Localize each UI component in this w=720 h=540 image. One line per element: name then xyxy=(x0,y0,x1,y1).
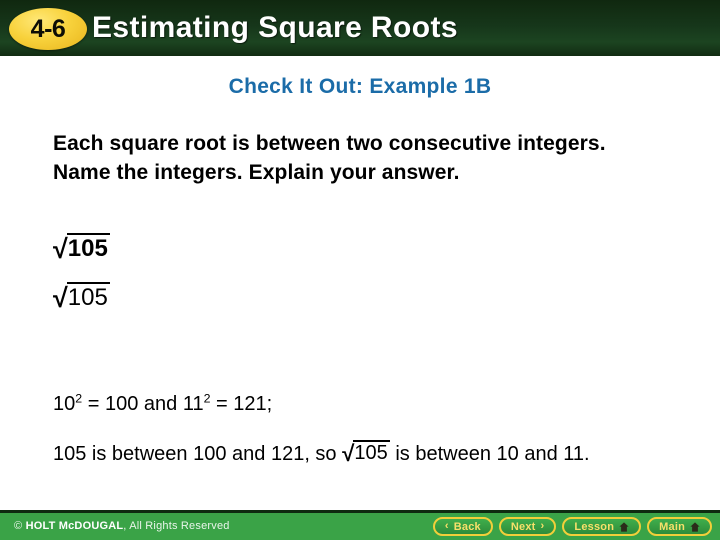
next-button[interactable]: Next › xyxy=(498,517,557,536)
conjunction: and xyxy=(138,393,183,415)
copyright-notice: © HOLT McDOUGAL, All Rights Reserved xyxy=(14,520,230,532)
conclusion-part-two: is between 10 and 11. xyxy=(389,443,590,465)
back-button-label: Back xyxy=(453,520,481,533)
next-button-label: Next xyxy=(510,520,536,533)
back-button[interactable]: ‹ Back xyxy=(432,517,493,536)
problem-radical: √105 xyxy=(53,233,110,264)
slide-footer: © HOLT McDOUGAL, All Rights Reserved ‹ B… xyxy=(0,510,720,540)
brand-name: HOLT McDOUGAL xyxy=(25,520,124,532)
radicand-value: 105 xyxy=(66,282,110,311)
radical-sign-icon: √ xyxy=(53,283,68,313)
lesson-number-label: 4-6 xyxy=(30,14,66,43)
value-two: 121; xyxy=(233,393,273,415)
page-title: Estimating Square Roots xyxy=(92,11,458,44)
value-one: 100 xyxy=(104,393,139,415)
slide-header: 4-6 Estimating Square Roots xyxy=(0,0,720,56)
equals-sign-two: = xyxy=(210,393,234,415)
conclusion-part-one: 105 is between 100 and 121, so xyxy=(53,443,343,465)
problem-prompt: Each square root is between two consecut… xyxy=(53,132,606,184)
squares-equation: 102 = 100 and 112 = 121; xyxy=(53,392,273,416)
home-icon xyxy=(690,521,700,532)
conclusion-text: 105 is between 100 and 121, so √105 is b… xyxy=(53,438,673,469)
rights-text: , All Rights Reserved xyxy=(123,520,230,532)
lesson-button-label: Lesson xyxy=(574,520,615,533)
navigation-bar: ‹ Back Next › Lesson Main xyxy=(432,517,712,536)
radical-expression: √105 xyxy=(53,282,110,313)
radicand-value: 105 xyxy=(66,233,110,262)
radical-expression: √105 xyxy=(53,233,110,264)
chevron-left-icon: ‹ xyxy=(444,520,449,532)
main-button[interactable]: Main xyxy=(647,517,712,536)
lesson-number-badge: 4-6 xyxy=(9,8,87,50)
example-heading: Check It Out: Example 1B xyxy=(228,75,492,98)
main-button-label: Main xyxy=(659,520,685,533)
chevron-right-icon: › xyxy=(540,520,545,532)
lesson-button[interactable]: Lesson xyxy=(562,517,642,536)
radical-sign-icon: √ xyxy=(53,234,68,264)
base-two: 11 xyxy=(182,393,204,415)
radical-expression-inline: √105 xyxy=(342,438,390,469)
slide-body: Check It Out: Example 1B Each square roo… xyxy=(0,56,720,510)
slide: 4-6 Estimating Square Roots Check It Out… xyxy=(0,0,720,540)
radicand-value: 105 xyxy=(353,440,390,464)
base-one: 10 xyxy=(53,393,76,415)
equals-sign-one: = xyxy=(82,393,105,415)
home-icon xyxy=(619,521,629,532)
copyright-symbol: © xyxy=(14,520,26,532)
answer-radical: √105 xyxy=(53,282,110,313)
